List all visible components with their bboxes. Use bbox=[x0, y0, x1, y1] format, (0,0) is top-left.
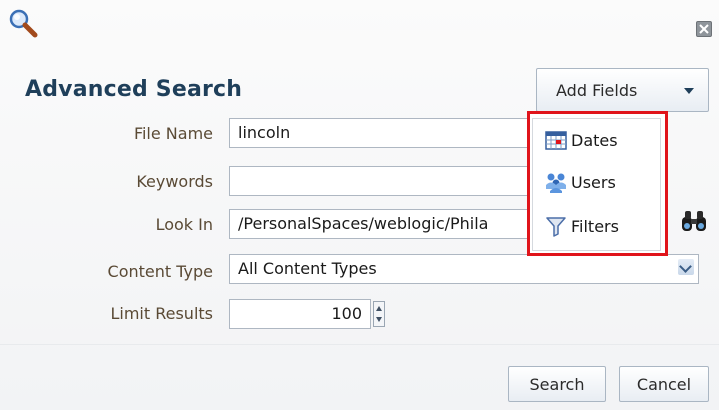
add-fields-button[interactable]: Add Fields bbox=[536, 68, 709, 112]
dialog-title: Advanced Search bbox=[25, 77, 243, 102]
limit-results-stepper[interactable] bbox=[373, 301, 385, 327]
cancel-button[interactable]: Cancel bbox=[619, 366, 709, 402]
menu-item-filters[interactable]: Filters bbox=[545, 211, 619, 241]
limit-results-input[interactable]: 100 bbox=[229, 299, 371, 329]
stepper-down-icon[interactable] bbox=[376, 317, 382, 322]
menu-item-users[interactable]: Users bbox=[545, 167, 616, 197]
magnifier-icon bbox=[9, 9, 38, 38]
binoculars-icon[interactable] bbox=[680, 209, 708, 233]
stepper-up-icon[interactable] bbox=[376, 306, 382, 311]
advanced-search-dialog: Advanced Search Add Fields File Name lin… bbox=[0, 0, 719, 410]
keywords-input[interactable] bbox=[229, 166, 549, 196]
look-in-label: Look In bbox=[155, 215, 213, 234]
add-fields-menu-list: Dates Users Filters bbox=[532, 118, 661, 251]
filter-icon bbox=[546, 217, 566, 237]
users-icon bbox=[546, 173, 566, 193]
chevron-down-icon[interactable] bbox=[684, 88, 694, 94]
close-icon[interactable] bbox=[696, 21, 712, 37]
look-in-input[interactable]: /PersonalSpaces/weblogic/Phila bbox=[229, 209, 529, 239]
limit-results-label: Limit Results bbox=[110, 304, 213, 323]
calendar-icon bbox=[545, 131, 567, 150]
menu-item-dates[interactable]: Dates bbox=[545, 125, 618, 155]
keywords-label: Keywords bbox=[136, 172, 213, 191]
search-button[interactable]: Search bbox=[508, 366, 606, 402]
add-fields-menu: Dates Users Filters bbox=[527, 111, 668, 256]
menu-item-filters-label: Filters bbox=[571, 216, 619, 236]
content-type-label: Content Type bbox=[107, 262, 213, 281]
file-name-input[interactable]: lincoln bbox=[229, 118, 549, 148]
add-fields-label: Add Fields bbox=[556, 80, 638, 100]
footer-divider bbox=[0, 344, 719, 345]
file-name-label: File Name bbox=[133, 124, 213, 143]
menu-item-dates-label: Dates bbox=[571, 130, 618, 150]
menu-item-users-label: Users bbox=[571, 172, 616, 192]
content-type-select[interactable]: All Content Types bbox=[229, 254, 699, 284]
close-glyph bbox=[699, 24, 709, 34]
chevron-down-icon[interactable] bbox=[678, 259, 694, 275]
